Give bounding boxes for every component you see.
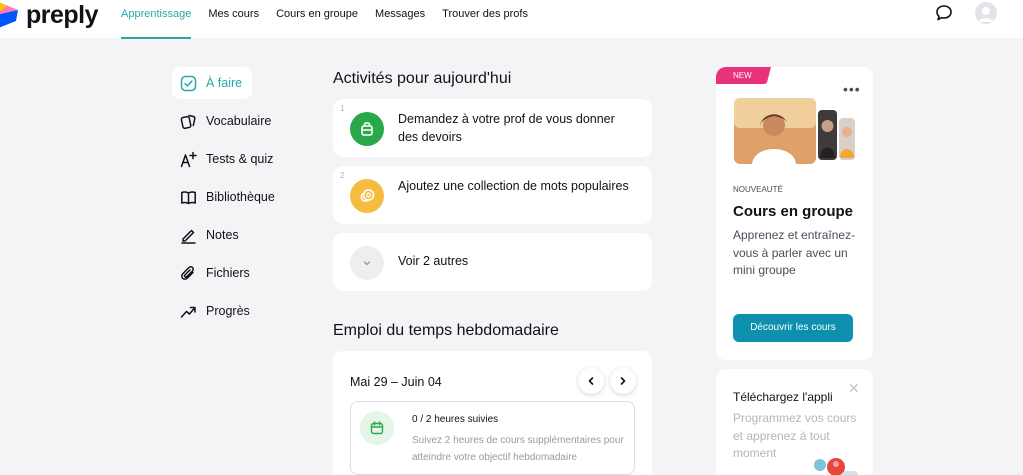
nav-apprentissage[interactable]: Apprentissage (121, 0, 192, 39)
cards-icon (180, 114, 196, 129)
task-text: Demandez à votre prof de vous donner des… (398, 112, 615, 144)
coins-icon (350, 179, 384, 213)
promo-title: Cours en groupe (733, 203, 854, 220)
sidebar-item-label: Progrès (206, 304, 250, 318)
top-navigation-bar: preply Apprentissage Mes cours Cours en … (0, 0, 1023, 39)
goal-hours-done: 0 (412, 414, 418, 425)
sidebar-item-label: Notes (206, 228, 239, 242)
weekly-schedule-card: Mai 29 – Juin 04 0 / 2 heures suivies Su… (333, 351, 652, 475)
download-app-card: Téléchargez l'appli ✕ Programmez vos cou… (716, 369, 873, 475)
sidebar-item-label: Vocabulaire (206, 114, 272, 128)
weekly-goal-box: 0 / 2 heures suivies Suivez 2 heures de … (350, 401, 635, 475)
bag-icon (350, 112, 384, 146)
more-options-icon[interactable]: ••• (843, 81, 861, 97)
sidebar-item-label: Tests & quiz (206, 152, 274, 166)
see-more-tasks-card[interactable]: Voir 2 autres (333, 233, 652, 291)
task-card-homework[interactable]: 1 Demandez à votre prof de vous donner d… (333, 99, 652, 157)
goal-progress: 0 / 2 heures suivies (412, 414, 498, 425)
promo-eyebrow: NOUVEAUTÉ (733, 185, 783, 194)
sidebar-item-label: Bibliothèque (206, 190, 275, 204)
sidebar-item-a-faire[interactable]: À faire (172, 67, 252, 99)
new-badge: NEW (716, 67, 771, 84)
user-silhouette-icon (978, 7, 994, 22)
sidebar-item-label: Fichiers (206, 266, 250, 280)
see-more-label: Voir 2 autres (398, 254, 469, 268)
app-illustration (814, 458, 858, 475)
group-classes-illustration (734, 98, 855, 164)
pen-icon (181, 229, 196, 244)
task-card-vocabulary-collection[interactable]: 2 Ajoutez une collection de mots populai… (333, 166, 652, 224)
calendar-icon (360, 411, 394, 445)
book-icon (181, 190, 196, 204)
learning-sidebar: À faire Vocabulaire Tests & quiz Bibliot… (172, 67, 292, 333)
sidebar-item-notes[interactable]: Notes (172, 219, 292, 251)
task-number: 2 (340, 171, 345, 180)
chevron-down-icon (350, 246, 384, 280)
chat-bubble-icon[interactable] (935, 4, 953, 22)
preply-logo-icon (0, 2, 18, 28)
user-avatar[interactable] (975, 2, 997, 24)
sidebar-item-label: À faire (206, 76, 243, 90)
task-text: Ajoutez une collection de mots populaire… (398, 179, 629, 193)
next-week-button[interactable] (610, 368, 636, 394)
preply-logo[interactable]: preply (0, 0, 99, 30)
app-promo-title: Téléchargez l'appli (733, 390, 833, 404)
activities-title: Activités pour aujourd'hui (333, 70, 512, 87)
quiz-icon (180, 151, 197, 167)
nav-mes-cours[interactable]: Mes cours (208, 0, 259, 38)
sidebar-item-tests-quiz[interactable]: Tests & quiz (172, 143, 292, 175)
nav-messages[interactable]: Messages (375, 0, 425, 38)
checkbox-icon (180, 75, 197, 91)
sidebar-item-bibliotheque[interactable]: Bibliothèque (172, 181, 292, 213)
sidebar-item-progres[interactable]: Progrès (172, 295, 292, 327)
paperclip-icon (181, 265, 194, 280)
close-icon[interactable]: ✕ (848, 380, 860, 397)
goal-hours-total: / 2 heures suivies (420, 414, 499, 425)
previous-week-button[interactable] (578, 368, 604, 394)
schedule-title: Emploi du temps hebdomadaire (333, 322, 559, 339)
trend-icon (180, 306, 196, 318)
sidebar-item-fichiers[interactable]: Fichiers (172, 257, 292, 289)
main-nav: Apprentissage Mes cours Cours en groupe … (121, 0, 545, 39)
chevron-right-icon (620, 377, 626, 385)
task-number: 1 (340, 104, 345, 113)
week-range: Mai 29 – Juin 04 (350, 375, 442, 389)
goal-description: Suivez 2 heures de cours supplémentaires… (412, 435, 624, 463)
logo-text: preply (26, 1, 99, 29)
chevron-left-icon (588, 377, 594, 385)
nav-trouver-des-profs[interactable]: Trouver des profs (442, 0, 528, 38)
nav-cours-en-groupe[interactable]: Cours en groupe (276, 0, 358, 38)
promo-description: Apprenez et entraînez-vous à parler avec… (733, 228, 856, 277)
group-classes-promo: NEW ••• NOUVEAUTÉ Cours en groupe Appren… (716, 67, 873, 360)
sidebar-item-vocabulaire[interactable]: Vocabulaire (172, 105, 292, 137)
discover-courses-button[interactable]: Découvrir les cours (733, 314, 853, 342)
